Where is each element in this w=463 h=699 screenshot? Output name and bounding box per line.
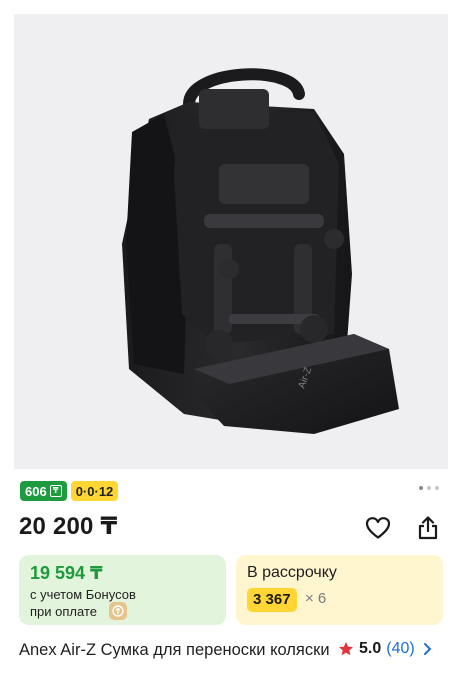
product-image-gallery[interactable]: Air-Z — [14, 14, 448, 469]
top-strip — [0, 0, 463, 14]
bonus-price: 19 594 ₸ — [30, 563, 103, 583]
badges-row: 606 ₸ 0·0·12 — [20, 481, 119, 501]
product-image: Air-Z — [122, 68, 399, 434]
bonus-price-card[interactable]: 19 594 ₸ с учетом Бонусов при оплате — [19, 555, 226, 625]
share-icon — [418, 516, 438, 540]
share-button[interactable] — [414, 514, 442, 542]
rating-count[interactable]: (40) — [386, 640, 414, 658]
kaspi-pay-icon — [109, 602, 127, 620]
product-title: Anex Air-Z Сумка для переноски коляски — [19, 641, 330, 659]
bonus-note-line2: при оплате — [30, 604, 97, 619]
gallery-dots[interactable] — [419, 486, 439, 490]
gallery-dot[interactable] — [435, 486, 439, 490]
bonus-badge: 606 ₸ — [20, 481, 67, 501]
chevron-right-icon — [423, 643, 431, 655]
rating-value: 5.0 — [359, 640, 382, 657]
installment-title: В рассрочку — [247, 564, 337, 581]
installment-card[interactable]: В рассрочку 3 367 × 6 — [236, 555, 443, 625]
gallery-dot[interactable] — [419, 486, 423, 490]
favorite-button[interactable] — [364, 514, 392, 542]
bonus-note-line1: с учетом Бонусов — [30, 587, 136, 602]
product-price: 20 200 ₸ — [19, 513, 118, 540]
gallery-dot[interactable] — [427, 486, 431, 490]
star-icon — [339, 642, 353, 656]
installment-multiplier: × 6 — [305, 590, 327, 607]
installment-badge: 0·0·12 — [70, 481, 119, 501]
rating-link[interactable]: 5.0 (40) — [338, 639, 432, 659]
tenge-icon: ₸ — [49, 485, 62, 497]
installment-amount: 3 367 — [247, 588, 297, 612]
heart-icon — [365, 517, 391, 539]
